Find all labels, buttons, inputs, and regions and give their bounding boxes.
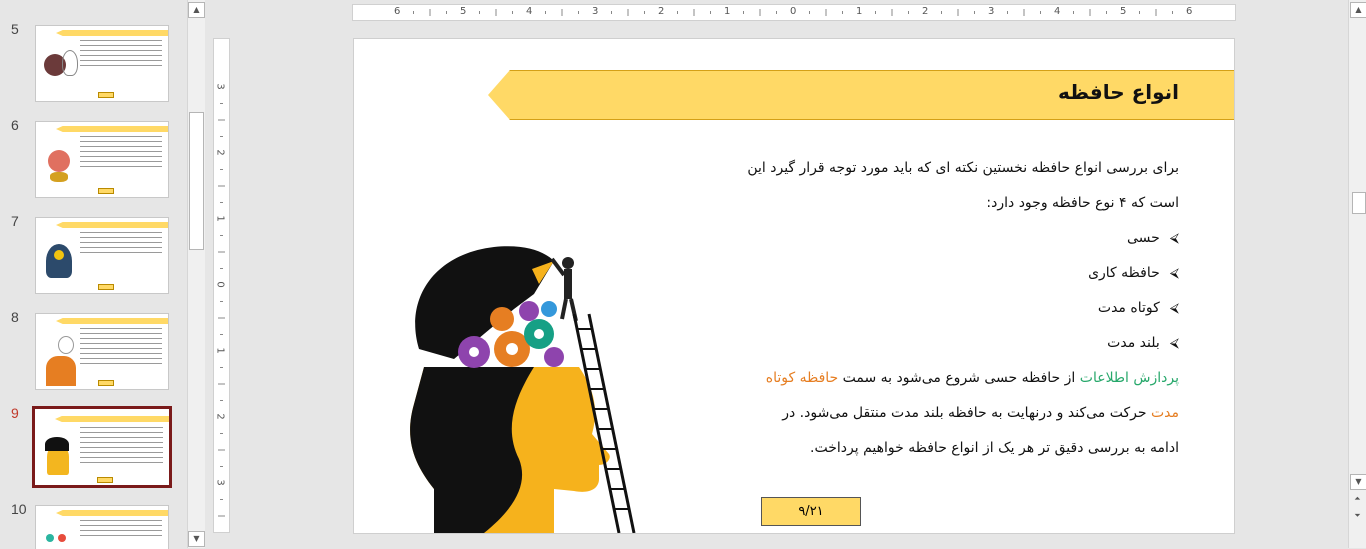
slide-canvas[interactable]: انواع حافظه برای بررسی انواع حافظه نخستی… xyxy=(353,38,1235,534)
next-slide-icon[interactable]: ⏷ xyxy=(1350,509,1365,523)
slide-thumbnail-10[interactable] xyxy=(35,505,169,549)
slide-number-label: 5 xyxy=(11,21,19,37)
intro-line: برای بررسی انواع حافظه نخستین نکته ای که… xyxy=(747,160,1179,176)
slide-number-label: 6 xyxy=(11,117,19,133)
ruler-label: 5 xyxy=(460,6,467,17)
scrollbar-thumb[interactable] xyxy=(189,112,204,250)
thumbnail-scrollbar[interactable]: ▲ ▼ xyxy=(187,0,205,548)
ruler-label: 3 xyxy=(214,83,226,90)
scroll-down-icon[interactable]: ▼ xyxy=(1350,474,1366,490)
ruler-label: 3 xyxy=(592,6,599,17)
ruler-label: 6 xyxy=(394,6,401,17)
slide-title[interactable]: انواع حافظه xyxy=(1058,80,1179,104)
arrow-bullet-icon: ⮘ xyxy=(1169,301,1179,316)
bullet-item: ⮘کوتاه مدت xyxy=(719,291,1179,326)
slide-thumbnail-9[interactable] xyxy=(32,406,172,488)
slide-body[interactable]: برای بررسی انواع حافظه نخستین نکته ای که… xyxy=(719,151,1179,466)
ruler-label: 4 xyxy=(526,6,533,17)
ruler-label: 6 xyxy=(1186,6,1193,17)
slide-number-box[interactable]: ۹/۲۱ xyxy=(761,497,861,526)
slide-thumbnail-pane: 5 6 7 8 9 10 xyxy=(0,0,186,549)
slide-scrollbar[interactable]: ▲ ▼ ⏶ ⏷ xyxy=(1348,0,1366,548)
vertical-ruler: 3 2 1 0 1 2 3 xyxy=(213,38,230,533)
previous-slide-icon[interactable]: ⏶ xyxy=(1350,492,1365,506)
intro-line: است که ۴ نوع حافظه وجود دارد: xyxy=(986,195,1179,211)
ruler-label: 1 xyxy=(856,6,863,17)
horizontal-ruler: 6 5 4 3 2 1 0 1 2 3 4 5 6 xyxy=(352,4,1236,21)
slide-number-label: 10 xyxy=(11,501,27,517)
ruler-label: 2 xyxy=(214,149,226,156)
ruler-label: 0 xyxy=(214,281,226,288)
ruler-label: 3 xyxy=(214,479,226,486)
slide-thumbnail-7[interactable] xyxy=(35,217,169,294)
scroll-up-icon[interactable]: ▲ xyxy=(1350,2,1366,18)
scrollbar-thumb[interactable] xyxy=(1352,192,1366,214)
paragraph-line: پردازش اطلاعات از حافظه حسی شروع می‌شود … xyxy=(765,370,1179,386)
ruler-label: 3 xyxy=(988,6,995,17)
ruler-label: 5 xyxy=(1120,6,1127,17)
arrow-bullet-icon: ⮘ xyxy=(1169,336,1179,351)
slide-number-label: 7 xyxy=(11,213,19,229)
ruler-label: 2 xyxy=(922,6,929,17)
brain-gears-illustration xyxy=(410,246,636,533)
paragraph-line: ادامه به بررسی دقیق تر هر یک از انواع حا… xyxy=(810,440,1179,456)
scroll-up-icon[interactable]: ▲ xyxy=(188,2,205,18)
slide-number-label: 9 xyxy=(11,405,19,421)
slide-thumbnail-6[interactable] xyxy=(35,121,169,198)
paragraph-line: مدت حرکت می‌کند و درنهایت به حافظه بلند … xyxy=(782,405,1179,421)
slide-thumbnail-5[interactable] xyxy=(35,25,169,102)
bullet-item: ⮘بلند مدت xyxy=(719,326,1179,361)
arrow-bullet-icon: ⮘ xyxy=(1169,266,1179,281)
slide-thumbnail-8[interactable] xyxy=(35,313,169,390)
scroll-down-icon[interactable]: ▼ xyxy=(188,531,205,547)
ruler-label: 1 xyxy=(724,6,731,17)
bullet-item: ⮘حسی xyxy=(719,221,1179,256)
ruler-label: 2 xyxy=(658,6,665,17)
ruler-label: 2 xyxy=(214,413,226,420)
ruler-label: 1 xyxy=(214,347,226,354)
slide-number-label: 8 xyxy=(11,309,19,325)
bullet-item: ⮘حافظه کاری xyxy=(719,256,1179,291)
ruler-label: 4 xyxy=(1054,6,1061,17)
ruler-label: 0 xyxy=(790,6,797,17)
title-banner: انواع حافظه xyxy=(488,70,1234,120)
ruler-label: 1 xyxy=(214,215,226,222)
arrow-bullet-icon: ⮘ xyxy=(1169,231,1179,246)
